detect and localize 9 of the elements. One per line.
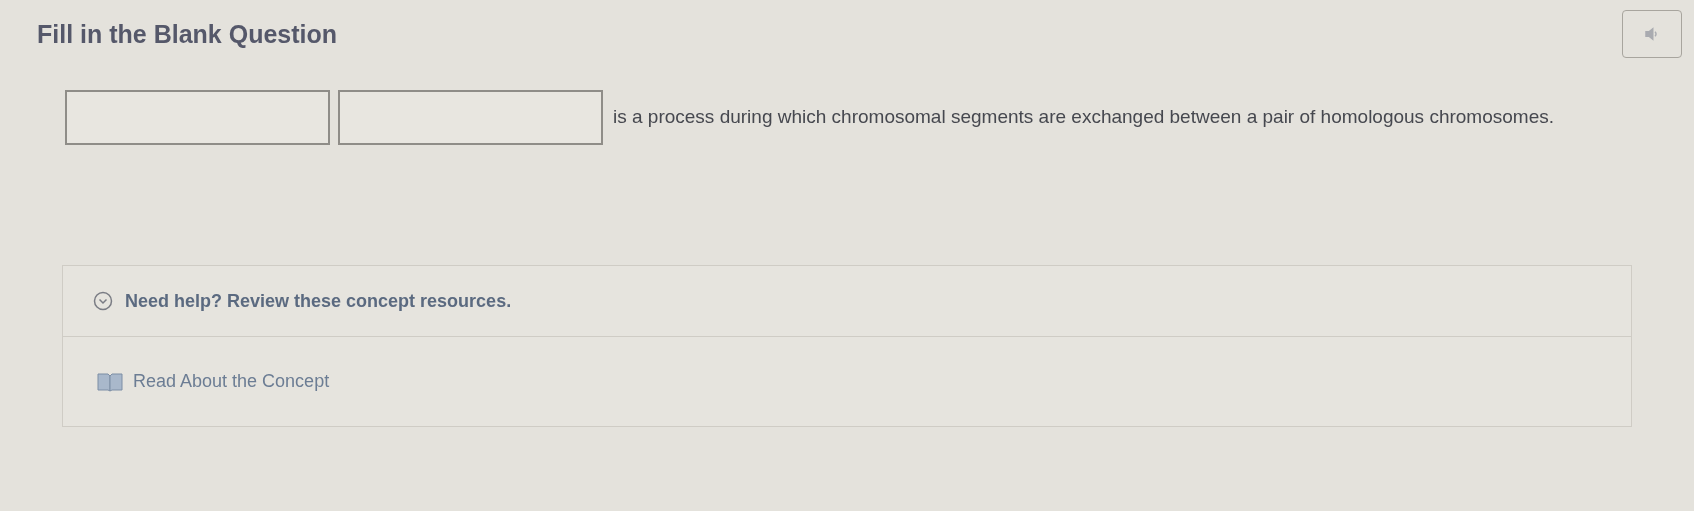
help-toggle[interactable]: Need help? Review these concept resources.	[63, 266, 1631, 336]
blank-field[interactable]	[65, 90, 330, 145]
blank-field[interactable]	[338, 90, 603, 145]
audio-button[interactable]	[1622, 10, 1682, 58]
question-title: Fill in the Blank Question	[37, 19, 338, 50]
book-icon	[97, 371, 123, 392]
question-text: is a process during which chromosomal segments are exchanged between a pair of homologous chromosomes.	[613, 105, 1554, 130]
resource-link[interactable]: Read About the Concept	[63, 336, 1631, 426]
chevron-circle-icon	[93, 291, 113, 311]
